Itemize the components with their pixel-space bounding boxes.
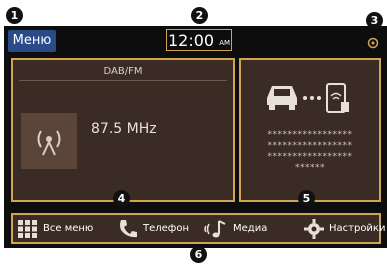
clock-period: AM [219,39,231,47]
nav-item-phone[interactable]: Телефон [117,215,189,242]
nav-label: Все меню [43,223,94,234]
phone-connection-icons [267,83,349,113]
nav-label: Настройки [329,223,386,234]
masked-line: ***************** [267,152,353,162]
phone-icon [120,219,137,237]
radio-antenna-icon [37,130,61,156]
callout-4: 4 [113,190,130,207]
radio-widget[interactable]: DAB/FM 87.5 MHz [11,58,235,202]
car-icon [267,86,297,110]
grid-icon [18,219,37,238]
nav-item-settings[interactable]: Настройки [303,215,385,242]
band-label: DAB/FM [103,66,143,77]
clock-time: 12:00 [167,31,215,50]
callout-5: 5 [298,190,315,207]
frequency-display: 87.5 MHz [91,121,157,137]
callout-6: 6 [190,246,207,263]
callout-3: 3 [366,12,383,29]
status-indicator-icon [367,37,379,49]
phone-widget[interactable]: ***************** ***************** ****… [239,58,381,202]
masked-line: ***************** [267,141,353,151]
nav-label: Телефон [143,223,190,234]
gear-icon [304,218,324,239]
radio-tile [21,113,77,169]
masked-line: ****** [295,163,325,173]
nav-item-media[interactable]: Медиа [203,215,267,242]
nav-label: Медиа [233,223,268,234]
nav-item-all-menu[interactable]: Все меню [17,215,93,242]
callout-1: 1 [6,7,23,24]
masked-line: ***************** [267,130,353,140]
menu-button[interactable]: Меню [8,30,56,52]
callout-2: 2 [191,7,208,24]
dots-icon [303,96,321,100]
divider [19,80,227,81]
music-note-icon [204,219,226,237]
phone-connect-icon [326,83,349,113]
bottom-nav-bar: Все меню Телефон Медиа Настройки [11,213,385,244]
masked-device-info: ***************** ***************** ****… [241,130,379,174]
clock-display[interactable]: 12:00 AM [166,29,232,51]
